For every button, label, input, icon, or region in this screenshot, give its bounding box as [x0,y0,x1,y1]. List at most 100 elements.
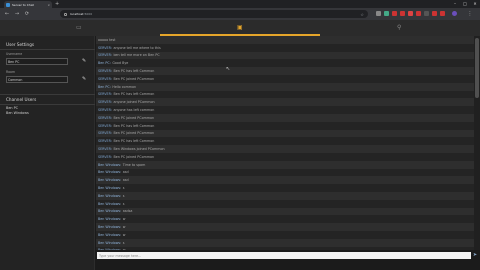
chat-message: SERVER: Ben Windows joined PCommon [96,145,474,153]
reload-icon[interactable]: ⟳ [23,10,31,18]
message-sender: Ben Windows: [98,225,122,230]
extension-icon[interactable] [440,11,445,16]
chat-message: SERVER: Ben PC joined PCommon [96,129,474,138]
home-icon[interactable]: ▭ [76,24,82,31]
message-sender: Ben PC: [98,84,111,89]
message-sender: SERVER: [98,139,112,144]
edit-username-icon[interactable]: ✎ [82,58,86,64]
chat-message: SERVER: Ben PC has left Common [96,121,474,130]
message-text: w [122,217,126,222]
address-bar[interactable]: localhost :5000 ☆ [60,10,368,18]
extension-icon[interactable] [416,11,421,16]
chat-message: SERVER: anyone joined PCommon [96,98,474,107]
message-sender: Ben Windows: [98,186,122,191]
profile-avatar[interactable] [452,11,457,16]
chat-message: Ben Windows: s [96,199,474,208]
back-icon[interactable]: ← [3,10,11,18]
app-navigation: ▭ ▣ ⚲ [0,20,480,36]
extension-icon[interactable] [376,11,381,16]
extension-icon[interactable] [384,11,389,16]
message-text: Ben PC has left Common [113,69,155,74]
chat-message: Ben Windows: s [96,191,474,200]
chat-message: SERVER: Ben PC joined PCommon [96,113,474,122]
browser-tab[interactable]: Server to Chat × [4,1,52,8]
extension-icon[interactable] [432,11,437,16]
new-tab-button[interactable]: + [55,1,59,7]
user-settings-title: User Settings [6,42,35,47]
username-label: Username [6,52,23,56]
message-text: Ben PC joined PCommon [113,115,155,120]
chat-message: SERVER: anyone tell me where to this [96,43,474,52]
message-input[interactable] [97,252,471,259]
message-text: Hello common [112,84,137,89]
lock-icon [64,12,67,16]
message-sender: SERVER: [98,53,112,58]
search-icon[interactable]: ⚲ [397,24,401,31]
extension-icon[interactable] [424,11,429,16]
message-text: Ben PC joined PCommon [113,154,155,159]
sidebar: User Settings Username Ben PC ✎ Room Com… [0,36,95,270]
message-text: Ben PC has left Common [113,123,155,128]
chat-message: SERVER: Ben PC has left Common [96,90,474,99]
message-text: Ben PC joined PCommon [113,131,155,136]
bookmark-star-icon[interactable]: ☆ [360,12,364,17]
message-text: Ben PC has left Common [113,139,155,144]
chat-message: Ben PC: Hello common [96,82,474,91]
message-sender: Ben PC: [98,61,111,66]
chat-scrollbar[interactable] [474,36,480,250]
chat-message: Ben Windows: s [96,238,474,247]
message-text: Ben PC joined PCommon [113,76,155,81]
message-text: Ben PC has left Common [113,92,155,97]
username-field[interactable]: Ben PC [6,58,68,65]
extension-icon[interactable] [400,11,405,16]
close-tab-icon[interactable]: × [47,3,50,7]
channel-user: Ben Windows [6,111,29,115]
forward-icon[interactable]: → [13,10,21,18]
chat-icon[interactable]: ▣ [237,24,243,31]
message-sender: Ben Windows: [98,232,122,237]
send-icon[interactable]: ➤ [472,252,478,259]
message-sender: SERVER: [98,69,112,74]
chat-message: Ben Windows: Time to spam [96,160,474,169]
scrollbar-thumb[interactable] [475,38,479,98]
url-path: :5000 [83,12,93,16]
chat-message: SERVER: Ben PC has left Common [96,67,474,75]
chat-messages: ooooo test SERVER: anyone tell me where to… [96,36,474,250]
chat-message: Ben PC: Good Bye [96,59,474,68]
message-sender: SERVER: [98,115,112,120]
extension-icon[interactable] [392,11,397,16]
chat-message: SERVER: Ben PC joined PCommon [96,74,474,83]
chat-message: Ben Windows: s [96,184,474,192]
message-text: anyone joined PCommon [113,100,155,105]
window-close-button[interactable]: ✕ [470,0,480,8]
browser-toolbar: ← → ⟳ localhost :5000 ☆ ⋮ [0,8,480,20]
message-sender: Ben Windows: [98,162,122,167]
channel-user: Ben PC [6,106,19,110]
message-text: w [122,232,126,237]
edit-room-icon[interactable]: ✎ [82,76,86,82]
message-text: s [122,240,125,245]
maximize-button[interactable]: □ [460,0,470,8]
message-text: Ben Windows joined PCommon [113,147,165,152]
message-text: anyone has left common [113,108,155,113]
message-text: asd [122,178,129,183]
menu-icon[interactable]: ⋮ [466,10,474,18]
message-text: ooooo test [98,37,116,42]
chat-message: SERVER: ben tell me more on Ben PC [96,51,474,60]
divider [0,49,95,50]
room-field[interactable]: Common [6,76,68,83]
extension-icon[interactable] [408,11,413,16]
message-sender: SERVER: [98,92,112,97]
browser-tab-bar: Server to Chat × + – □ ✕ [0,0,480,8]
message-text: s [122,193,125,198]
message-text: anyone tell me where to this [113,45,161,50]
minimize-button[interactable]: – [450,0,460,8]
chat-message: Ben Windows:w [96,215,474,224]
message-composer: ➤ [96,250,480,270]
message-sender: SERVER: [98,108,112,113]
message-text: s [122,186,125,191]
message-text: asdsa [122,209,133,214]
message-sender: SERVER: [98,76,112,81]
channel-users-title: Channel Users [6,97,37,102]
message-text: asd [122,170,129,175]
